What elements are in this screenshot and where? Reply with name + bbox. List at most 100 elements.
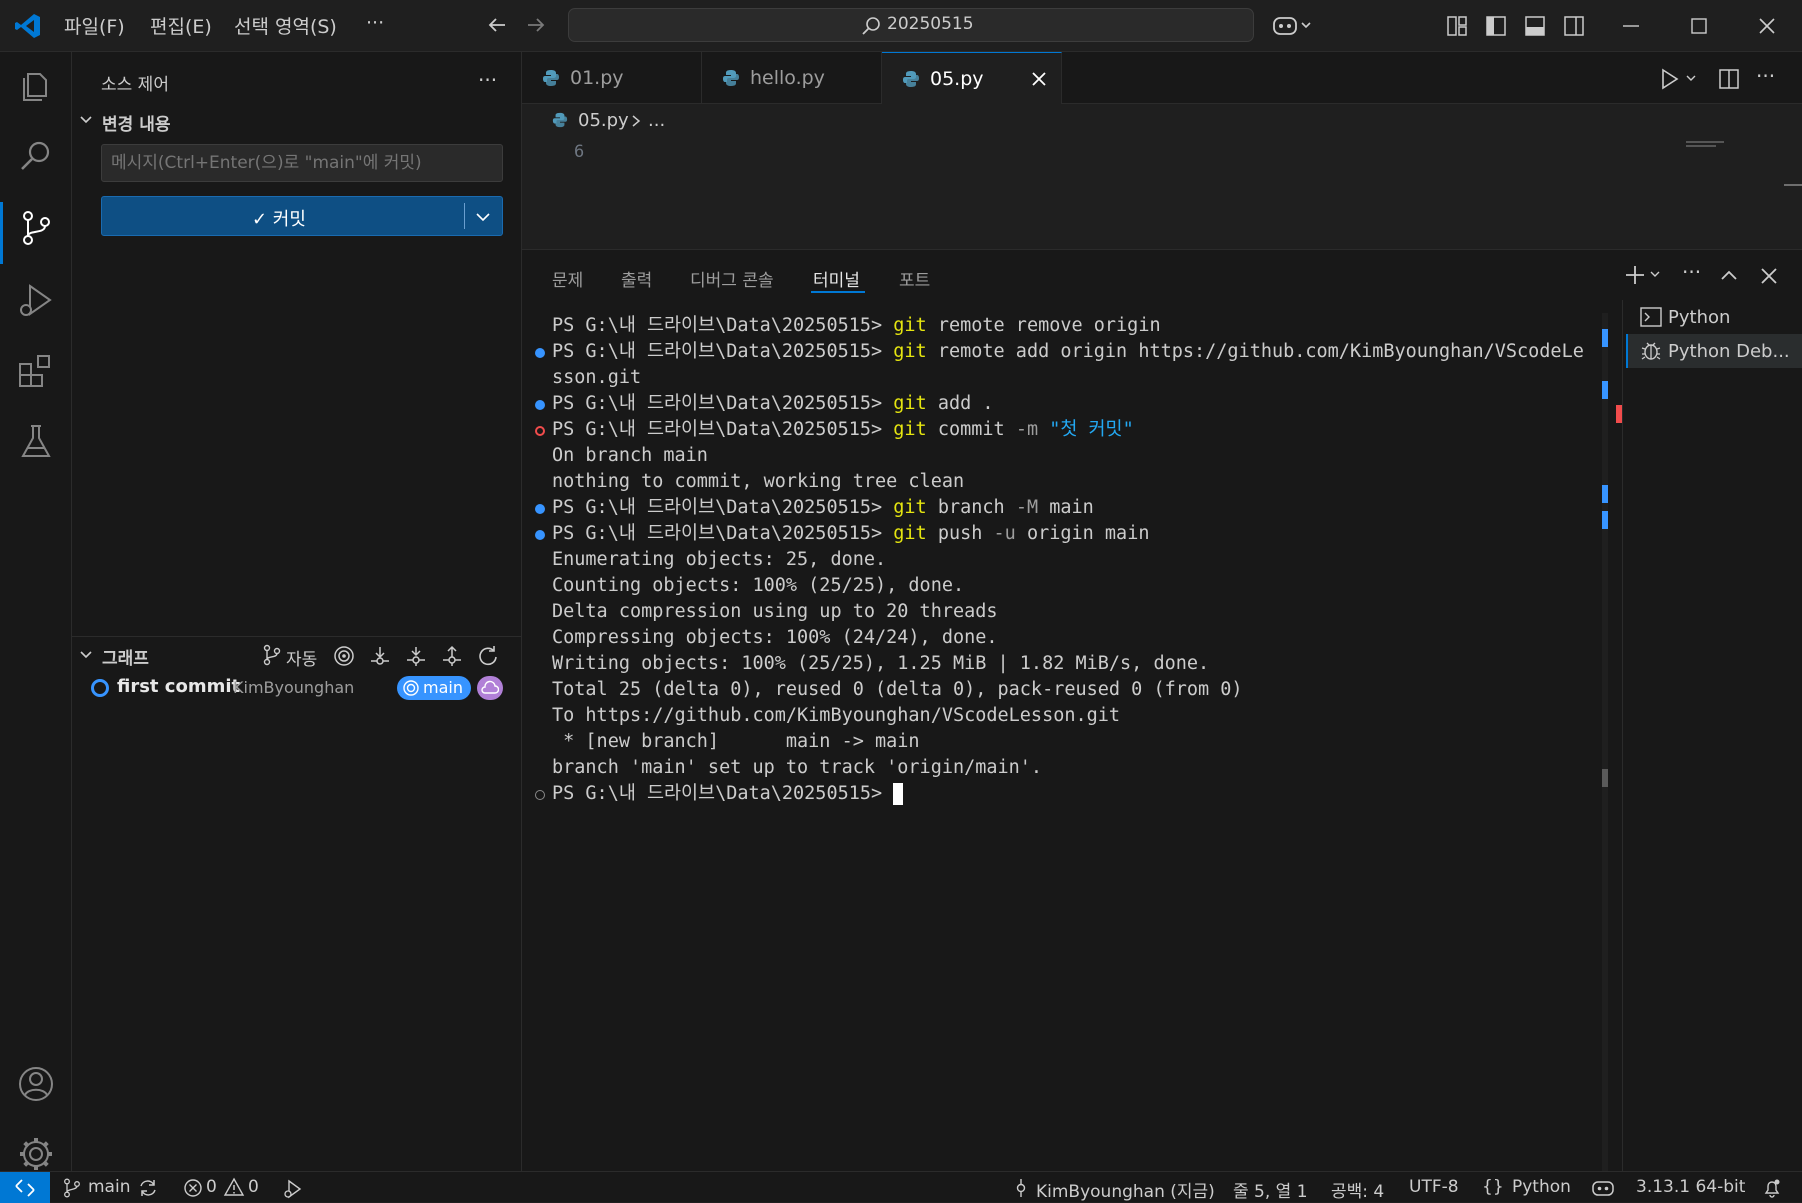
target-icon[interactable]	[333, 645, 355, 667]
sync-icon[interactable]	[138, 1178, 158, 1198]
pull-icon[interactable]	[405, 645, 427, 667]
terminal-text: git	[893, 341, 927, 362]
warning-icon[interactable]	[223, 1177, 245, 1197]
minimap[interactable]	[1686, 138, 1746, 147]
new-terminal-plus-icon[interactable]	[1624, 264, 1664, 286]
back-arrow-icon[interactable]	[486, 14, 508, 36]
error-icon[interactable]	[183, 1178, 203, 1198]
push-icon[interactable]	[441, 645, 463, 667]
commit-message-input[interactable]	[101, 144, 503, 182]
editor-more-actions-icon[interactable]: ···	[1756, 64, 1775, 88]
tab-hello-py[interactable]: hello.py	[702, 52, 882, 104]
code-editor[interactable]: 6	[522, 138, 1802, 246]
extensions-icon[interactable]	[14, 348, 58, 392]
toggle-panel-icon[interactable]	[1524, 15, 1546, 37]
forward-arrow-icon[interactable]	[525, 14, 547, 36]
status-cursor-position[interactable]: 줄 5, 열 1	[1233, 1177, 1308, 1202]
graph-section-header[interactable]: 그래프	[102, 644, 149, 669]
accounts-icon[interactable]	[14, 1062, 58, 1106]
maximize-icon[interactable]	[1688, 15, 1710, 37]
close-tab-icon[interactable]	[1030, 70, 1048, 88]
remote-indicator[interactable]	[0, 1172, 50, 1203]
status-branch[interactable]: main	[88, 1177, 130, 1197]
command-decoration-icon[interactable]	[535, 504, 545, 514]
toggle-primary-sidebar-icon[interactable]	[1485, 15, 1507, 37]
terminal-output[interactable]: PS G:\내 드라이브\Data\20250515> git remote r…	[535, 313, 1584, 807]
status-encoding[interactable]: UTF-8	[1409, 1177, 1459, 1197]
terminal-line: Enumerating objects: 25, done.	[552, 547, 1584, 573]
command-decoration-icon[interactable]	[535, 400, 545, 410]
tab-01-py[interactable]: 01.py	[522, 52, 702, 104]
status-language[interactable]: Python	[1512, 1177, 1571, 1197]
customize-layout-icon[interactable]	[1446, 15, 1468, 37]
terminal-text: nothing to commit, working tree clean	[552, 471, 965, 492]
source-control-icon[interactable]	[14, 206, 58, 250]
command-error-decoration-icon[interactable]	[535, 426, 545, 436]
toggle-secondary-sidebar-icon[interactable]	[1563, 15, 1585, 37]
terminal-line: On branch main	[552, 443, 1584, 469]
copilot-status-icon[interactable]	[1591, 1178, 1615, 1198]
menu-selection[interactable]: 선택 영역(S)	[234, 12, 337, 39]
terminal-scrollbar[interactable]	[1602, 313, 1622, 1171]
terminal-line: PS G:\내 드라이브\Data\20250515> git branch -…	[535, 495, 1584, 521]
branch-icon[interactable]	[262, 644, 282, 666]
testing-icon[interactable]	[14, 420, 58, 464]
sidebar-more-actions-icon[interactable]: ···	[478, 68, 497, 92]
tab-terminal[interactable]: 터미널	[813, 266, 860, 291]
menu-more[interactable]: ···	[366, 12, 384, 34]
breadcrumb-file[interactable]: 05.py	[578, 110, 629, 131]
graph-auto-label[interactable]: 자동	[286, 645, 317, 670]
maximize-panel-chevron-up-icon[interactable]	[1718, 265, 1740, 287]
status-interpreter[interactable]: 3.13.1 64-bit	[1636, 1177, 1745, 1197]
minimize-icon[interactable]	[1620, 15, 1642, 37]
breadcrumb-symbols[interactable]: ...	[648, 110, 665, 131]
status-errors[interactable]: 0	[206, 1177, 217, 1197]
settings-gear-icon[interactable]	[14, 1132, 58, 1176]
close-window-icon[interactable]	[1756, 15, 1778, 37]
terminal-line: To https://github.com/KimByounghan/VScod…	[552, 703, 1584, 729]
scroll-marker	[1602, 485, 1608, 503]
explorer-icon[interactable]	[14, 64, 58, 108]
panel-more-actions-icon[interactable]: ···	[1682, 260, 1701, 284]
chevron-down-icon[interactable]	[78, 112, 94, 128]
copilot-icon[interactable]	[1272, 12, 1312, 38]
tab-problems[interactable]: 문제	[552, 266, 583, 291]
commit-dropdown-chevron-icon[interactable]	[474, 208, 492, 226]
commit-button[interactable]: ✓ 커밋	[101, 196, 503, 236]
terminal-text: branch 'main' set up to track 'origin/ma…	[552, 757, 1043, 778]
terminal-line: Counting objects: 100% (25/25), done.	[552, 573, 1584, 599]
command-decoration-icon[interactable]	[535, 530, 545, 540]
status-warnings[interactable]: 0	[248, 1177, 259, 1197]
terminal-text: PS G:\내 드라이브\Data\20250515>	[552, 315, 894, 336]
graph-chevron-down-icon[interactable]	[78, 647, 94, 663]
status-blame[interactable]: KimByounghan (지금)	[1036, 1177, 1215, 1202]
terminal-text: branch	[926, 497, 1016, 518]
terminal-line: PS G:\내 드라이브\Data\20250515> git add .	[535, 391, 1584, 417]
changes-section-header[interactable]: 변경 내용	[102, 110, 170, 135]
tab-ports[interactable]: 포트	[899, 266, 930, 291]
notifications-bell-icon[interactable]	[1762, 1178, 1782, 1198]
tab-debug-console[interactable]: 디버그 콘솔	[690, 266, 774, 291]
run-debug-icon[interactable]	[14, 278, 58, 322]
split-editor-icon[interactable]	[1718, 68, 1740, 90]
status-indentation[interactable]: 공백: 4	[1331, 1177, 1384, 1202]
terminal-text: * [new branch] main -> main	[552, 731, 920, 752]
run-python-icon[interactable]	[1660, 68, 1700, 90]
fetch-icon[interactable]	[369, 645, 391, 667]
graph-commit-row[interactable]: first commit KimByounghan main	[72, 672, 522, 704]
search-icon[interactable]	[14, 134, 58, 178]
menu-edit[interactable]: 편집(E)	[150, 12, 212, 39]
tab-output[interactable]: 출력	[621, 266, 652, 291]
command-decoration-icon[interactable]	[535, 348, 545, 358]
terminal-line: PS G:\내 드라이브\Data\20250515> git commit -…	[535, 417, 1584, 443]
menu-file[interactable]: 파일(F)	[64, 12, 125, 39]
command-decoration-icon[interactable]	[535, 790, 545, 800]
debug-run-icon[interactable]	[282, 1178, 304, 1200]
terminal-item-python[interactable]: Python	[1626, 300, 1802, 334]
close-panel-icon[interactable]	[1758, 265, 1780, 287]
tab-05-py[interactable]: 05.py	[882, 52, 1062, 104]
refresh-icon[interactable]	[477, 645, 499, 667]
terminal-item-python-debug[interactable]: Python Deb...	[1626, 334, 1802, 368]
command-center-search[interactable]: 20250515	[568, 8, 1254, 42]
terminal-item-label: Python Deb...	[1668, 341, 1790, 362]
